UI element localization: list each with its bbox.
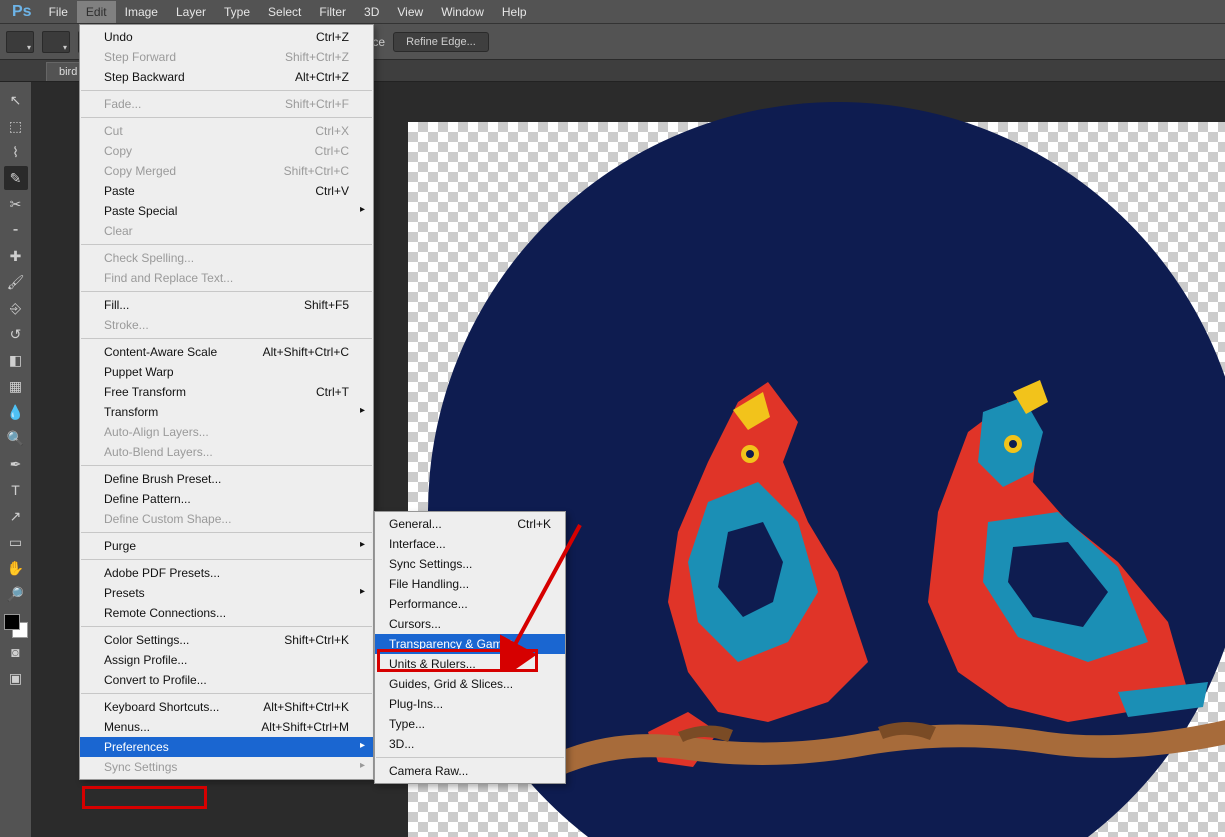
brush-size-preset[interactable]: [42, 31, 70, 53]
edit-menu-item-convert-to-profile[interactable]: Convert to Profile...: [80, 670, 373, 690]
edit-menu-item-preferences[interactable]: Preferences: [80, 737, 373, 757]
pref-submenu-item-3d[interactable]: 3D...: [375, 734, 565, 754]
menu-image[interactable]: Image: [116, 1, 167, 23]
tool-quickmask[interactable]: ◙: [4, 640, 28, 664]
pref-submenu-item-units-rulers[interactable]: Units & Rulers...: [375, 654, 565, 674]
edit-menu-item-undo[interactable]: UndoCtrl+Z: [80, 27, 373, 47]
edit-menu-item-free-transform[interactable]: Free TransformCtrl+T: [80, 382, 373, 402]
tool-history-brush[interactable]: ↺: [4, 322, 28, 346]
edit-menu-item-copy: CopyCtrl+C: [80, 141, 373, 161]
tool-screenmode[interactable]: ▣: [4, 666, 28, 690]
menu-edit[interactable]: Edit: [77, 1, 116, 23]
tool-type[interactable]: T: [4, 478, 28, 502]
edit-menu-item-purge[interactable]: Purge: [80, 536, 373, 556]
tool-dodge[interactable]: 🔍: [4, 426, 28, 450]
menu-help[interactable]: Help: [493, 1, 536, 23]
tool-rectangle[interactable]: ▭: [4, 530, 28, 554]
edit-menu-item-remote-connections[interactable]: Remote Connections...: [80, 603, 373, 623]
artwork-branch: [558, 682, 1225, 802]
menu-3d[interactable]: 3D: [355, 1, 388, 23]
edit-menu-item-assign-profile[interactable]: Assign Profile...: [80, 650, 373, 670]
current-tool-preset[interactable]: [6, 31, 34, 53]
tool-brush[interactable]: 🖌: [4, 270, 28, 294]
menu-filter[interactable]: Filter: [310, 1, 355, 23]
tool-gradient[interactable]: ▦: [4, 374, 28, 398]
edit-menu-dropdown: UndoCtrl+ZStep ForwardShift+Ctrl+ZStep B…: [79, 24, 374, 780]
tool-eraser[interactable]: ◧: [4, 348, 28, 372]
tool-marquee[interactable]: ⬚: [4, 114, 28, 138]
pref-submenu-item-type[interactable]: Type...: [375, 714, 565, 734]
edit-menu-item-auto-align-layers: Auto-Align Layers...: [80, 422, 373, 442]
edit-menu-item-fade: Fade...Shift+Ctrl+F: [80, 94, 373, 114]
pref-submenu-item-sync-settings[interactable]: Sync Settings...: [375, 554, 565, 574]
edit-menu-item-define-pattern[interactable]: Define Pattern...: [80, 489, 373, 509]
tool-pen[interactable]: ✒: [4, 452, 28, 476]
menu-view[interactable]: View: [388, 1, 432, 23]
tool-move[interactable]: ↖: [4, 88, 28, 112]
menu-window[interactable]: Window: [432, 1, 493, 23]
edit-menu-item-copy-merged: Copy MergedShift+Ctrl+C: [80, 161, 373, 181]
edit-menu-item-auto-blend-layers: Auto-Blend Layers...: [80, 442, 373, 462]
app-logo: Ps: [4, 3, 40, 21]
menu-bar: Ps File Edit Image Layer Type Select Fil…: [0, 0, 1225, 24]
edit-menu-item-cut: CutCtrl+X: [80, 121, 373, 141]
pref-submenu-item-interface[interactable]: Interface...: [375, 534, 565, 554]
edit-menu-item-step-backward[interactable]: Step BackwardAlt+Ctrl+Z: [80, 67, 373, 87]
tool-crop[interactable]: ✂: [4, 192, 28, 216]
pref-submenu-item-general[interactable]: General...Ctrl+K: [375, 514, 565, 534]
tool-quick-select[interactable]: ✎: [4, 166, 28, 190]
edit-menu-item-find-and-replace-text: Find and Replace Text...: [80, 268, 373, 288]
edit-menu-item-fill[interactable]: Fill...Shift+F5: [80, 295, 373, 315]
pref-submenu-item-transparency-gamut[interactable]: Transparency & Gamut...: [375, 634, 565, 654]
color-swatches[interactable]: [4, 614, 28, 638]
tool-zoom[interactable]: 🔎: [4, 582, 28, 606]
tool-lasso[interactable]: ⌇: [4, 140, 28, 164]
edit-menu-item-content-aware-scale[interactable]: Content-Aware ScaleAlt+Shift+Ctrl+C: [80, 342, 373, 362]
preferences-submenu: General...Ctrl+KInterface...Sync Setting…: [374, 511, 566, 784]
tool-path-select[interactable]: ↗: [4, 504, 28, 528]
edit-menu-item-puppet-warp[interactable]: Puppet Warp: [80, 362, 373, 382]
edit-menu-item-define-custom-shape: Define Custom Shape...: [80, 509, 373, 529]
tool-eyedropper[interactable]: ⁃: [4, 218, 28, 242]
edit-menu-item-step-forward: Step ForwardShift+Ctrl+Z: [80, 47, 373, 67]
edit-menu-item-check-spelling: Check Spelling...: [80, 248, 373, 268]
menu-type[interactable]: Type: [215, 1, 259, 23]
pref-submenu-item-cursors[interactable]: Cursors...: [375, 614, 565, 634]
edit-menu-item-transform[interactable]: Transform: [80, 402, 373, 422]
tool-healing[interactable]: ✚: [4, 244, 28, 268]
edit-menu-item-color-settings[interactable]: Color Settings...Shift+Ctrl+K: [80, 630, 373, 650]
menu-layer[interactable]: Layer: [167, 1, 215, 23]
edit-menu-item-menus[interactable]: Menus...Alt+Shift+Ctrl+M: [80, 717, 373, 737]
pref-submenu-item-guides-grid-slices[interactable]: Guides, Grid & Slices...: [375, 674, 565, 694]
menu-select[interactable]: Select: [259, 1, 310, 23]
edit-menu-item-define-brush-preset[interactable]: Define Brush Preset...: [80, 469, 373, 489]
pref-submenu-item-file-handling[interactable]: File Handling...: [375, 574, 565, 594]
edit-menu-item-clear: Clear: [80, 221, 373, 241]
pref-submenu-item-performance[interactable]: Performance...: [375, 594, 565, 614]
edit-menu-item-paste[interactable]: PasteCtrl+V: [80, 181, 373, 201]
tool-clone[interactable]: ⎆: [4, 296, 28, 320]
menu-file[interactable]: File: [40, 1, 77, 23]
edit-menu-item-paste-special[interactable]: Paste Special: [80, 201, 373, 221]
edit-menu-item-presets[interactable]: Presets: [80, 583, 373, 603]
tools-panel: ↖ ⬚ ⌇ ✎ ✂ ⁃ ✚ 🖌 ⎆ ↺ ◧ ▦ 💧 🔍 ✒ T ↗ ▭ ✋ 🔎 …: [0, 82, 32, 837]
edit-menu-item-adobe-pdf-presets[interactable]: Adobe PDF Presets...: [80, 563, 373, 583]
edit-menu-item-keyboard-shortcuts[interactable]: Keyboard Shortcuts...Alt+Shift+Ctrl+K: [80, 697, 373, 717]
edit-menu-item-stroke: Stroke...: [80, 315, 373, 335]
tool-hand[interactable]: ✋: [4, 556, 28, 580]
pref-submenu-item-plug-ins[interactable]: Plug-Ins...: [375, 694, 565, 714]
tool-blur[interactable]: 💧: [4, 400, 28, 424]
edit-menu-item-sync-settings: Sync Settings: [80, 757, 373, 777]
pref-submenu-item-camera-raw[interactable]: Camera Raw...: [375, 761, 565, 781]
refine-edge-button[interactable]: Refine Edge...: [393, 32, 489, 52]
